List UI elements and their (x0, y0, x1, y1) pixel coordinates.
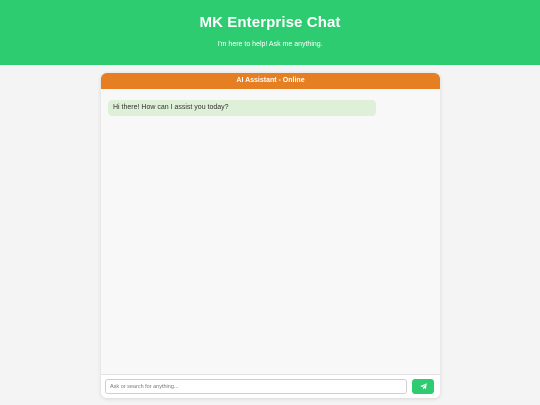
send-button[interactable] (412, 379, 434, 394)
page-subtitle: I'm here to help! Ask me anything. (217, 41, 323, 48)
bot-message: Hi there! How can I assist you today? (108, 100, 376, 116)
input-bar (101, 374, 440, 398)
page-header: MK Enterprise Chat I'm here to help! Ask… (0, 0, 540, 65)
chat-header: AI Assistant - Online (101, 73, 440, 89)
page-title: MK Enterprise Chat (199, 14, 341, 31)
paper-plane-icon (419, 383, 427, 390)
message-list[interactable]: Hi there! How can I assist you today? (101, 89, 440, 374)
chat-input[interactable] (105, 379, 407, 394)
chat-window: AI Assistant - Online Hi there! How can … (101, 73, 440, 398)
